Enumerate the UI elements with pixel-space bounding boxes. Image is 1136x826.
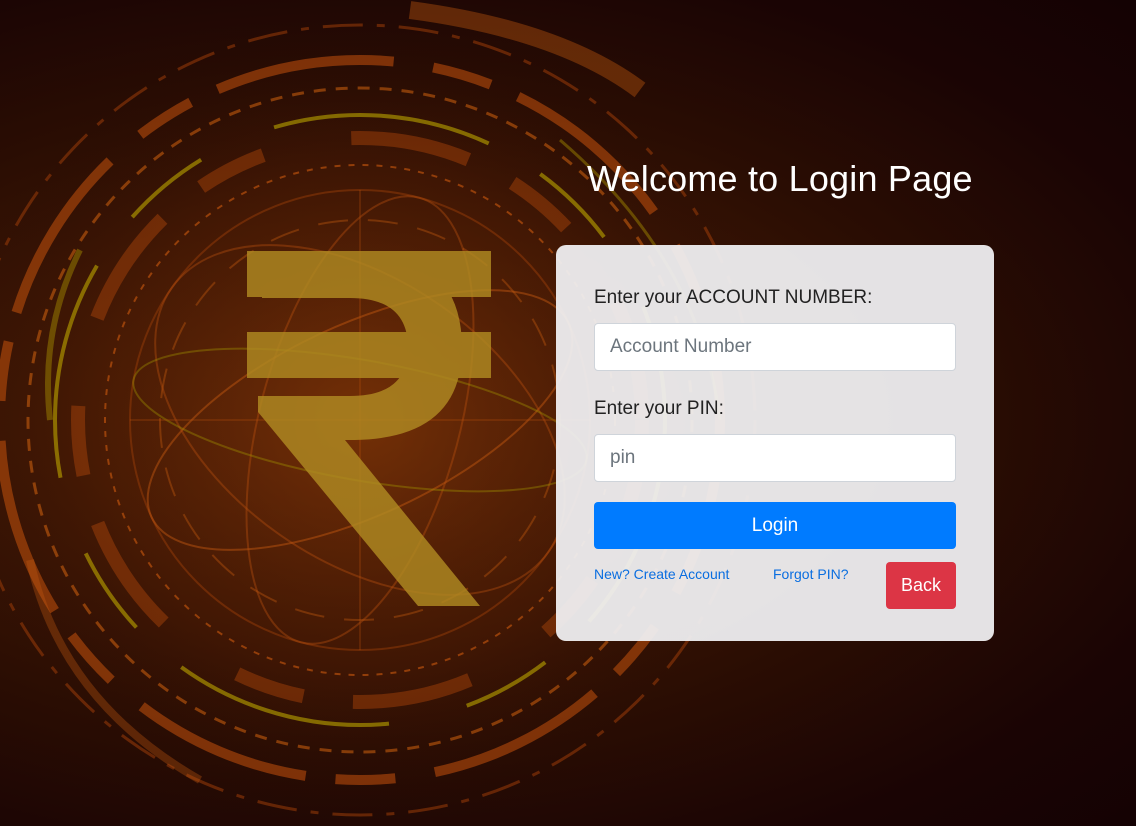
login-card: Enter your ACCOUNT NUMBER: Enter your PI… — [556, 245, 994, 641]
forgot-pin-link[interactable]: Forgot PIN? — [773, 566, 848, 582]
links-row: New? Create Account Forgot PIN? Back — [594, 562, 956, 622]
login-page: Welcome to Login Page Enter your ACCOUNT… — [0, 0, 1136, 826]
account-number-label: Enter your ACCOUNT NUMBER: — [594, 287, 873, 308]
pin-label: Enter your PIN: — [594, 398, 724, 419]
pin-input[interactable] — [594, 434, 956, 482]
account-number-input[interactable] — [594, 323, 956, 371]
login-button[interactable]: Login — [594, 502, 956, 549]
page-title: Welcome to Login Page — [587, 158, 973, 199]
create-account-link[interactable]: New? Create Account — [594, 566, 729, 582]
back-button[interactable]: Back — [886, 562, 956, 609]
